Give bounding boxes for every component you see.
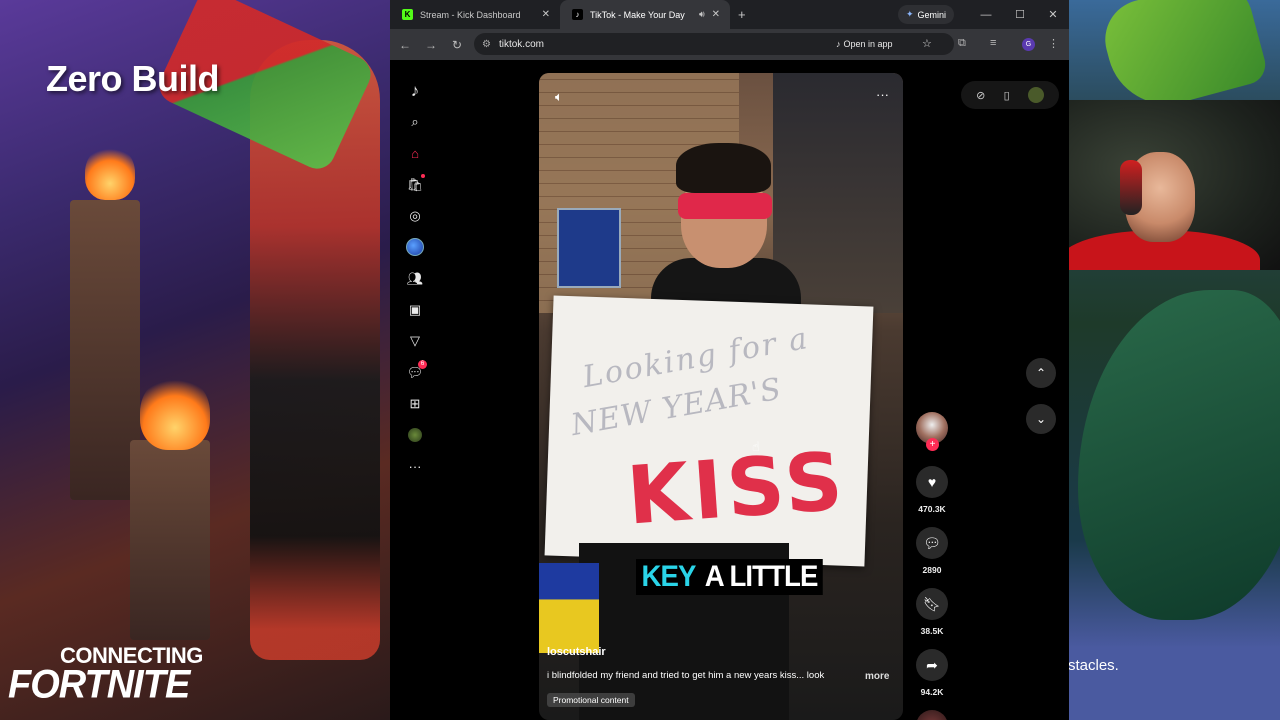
search-icon[interactable]: ⌕ — [402, 109, 428, 135]
caption-text: A LITTLE — [704, 560, 819, 593]
tab-title: Stream - Kick Dashboard — [420, 9, 521, 20]
tiktok-sidebar: ♪ ⌕ ⌂ 🛍︎ ◎ 👥︎ ▣ ▽ 💬︎ 6 ⊞ ··· — [402, 78, 428, 485]
close-tab-icon[interactable]: ✕ — [542, 9, 550, 20]
browser-window: K Stream - Kick Dashboard ✕ ♪ TikTok - M… — [390, 0, 1069, 720]
previous-video-button[interactable]: ⌃ — [1026, 358, 1056, 388]
promotional-label: Promotional content — [547, 693, 635, 707]
kick-logo-icon: K — [402, 9, 413, 20]
tiktok-logo-icon[interactable]: ♪ — [402, 78, 428, 104]
next-video-button[interactable]: ⌄ — [1026, 404, 1056, 434]
sign-text-kiss: KISS — [624, 434, 850, 543]
tab-kick-dashboard[interactable]: K Stream - Kick Dashboard ✕ — [390, 0, 560, 29]
globe-icon[interactable] — [402, 234, 428, 260]
profile-avatar-icon[interactable] — [402, 422, 428, 448]
video-username[interactable]: loscutshair — [547, 646, 606, 658]
share-icon[interactable]: ➦ — [916, 649, 948, 681]
user-avatar-icon[interactable] — [1027, 87, 1044, 103]
maximize-button[interactable]: ☐ — [1004, 0, 1036, 29]
inbox-badge: 6 — [418, 359, 427, 369]
caption-highlight: KEY — [641, 560, 697, 593]
close-tab-icon[interactable]: ✕ — [712, 9, 720, 20]
phone-icon[interactable]: ▯ — [1004, 89, 1010, 102]
share-count: 94.2K — [920, 687, 944, 697]
tab-title: TikTok - Make Your Day — [590, 9, 685, 20]
messages-icon[interactable]: ▽ — [402, 328, 428, 354]
gemini-button[interactable]: ✦ Gemini — [898, 5, 955, 24]
url-text: tiktok.com — [498, 38, 544, 50]
like-icon[interactable]: ♥ — [916, 466, 948, 498]
bookmark-star-icon[interactable]: ☆ — [922, 37, 932, 50]
tiktok-page: ♪ ⌕ ⌂ 🛍︎ ◎ 👥︎ ▣ ▽ 💬︎ 6 ⊞ ··· Looking for… — [390, 60, 1069, 720]
kebab-menu-icon[interactable]: ⋮ — [1048, 37, 1059, 50]
compass-icon[interactable]: ⊘ — [976, 89, 985, 102]
video-description: i blindfolded my friend and tried to get… — [547, 670, 825, 681]
reload-icon[interactable]: ↻ — [444, 38, 470, 52]
site-info-icon[interactable]: ⚙ — [482, 39, 491, 50]
back-icon[interactable]: ← — [392, 38, 418, 52]
video-actions: + ♥ 470.3K 💬︎ 2890 🔖︎ 38.5K ➦ 94.2K — [913, 412, 951, 720]
save-count: 38.5K — [920, 626, 944, 636]
friends-icon[interactable]: 👥︎ — [402, 266, 428, 292]
more-options-icon[interactable]: ··· — [876, 87, 889, 102]
minimize-button[interactable]: — — [970, 0, 1002, 29]
game-background-left — [0, 0, 390, 720]
new-tab-button[interactable]: + — [738, 7, 746, 22]
tab-bar: K Stream - Kick Dashboard ✕ ♪ TikTok - M… — [390, 0, 1069, 29]
profile-avatar[interactable]: G — [1022, 38, 1035, 51]
music-disc-icon[interactable] — [916, 710, 948, 720]
tab-tiktok[interactable]: ♪ TikTok - Make Your Day 🔊︎ ✕ — [560, 0, 730, 29]
video-player[interactable]: Looking for a NEW YEAR'S KISS KEY A LITT… — [539, 73, 903, 720]
forward-icon[interactable]: → — [418, 38, 444, 52]
follow-plus-icon[interactable]: + — [926, 438, 939, 451]
mode-title: Zero Build — [46, 58, 220, 99]
top-right-controls: ⊘ ▯ — [961, 81, 1059, 109]
upload-icon[interactable]: ⊞ — [402, 391, 428, 417]
open-in-app-label: Open in app — [843, 39, 893, 49]
gemini-label: Gemini — [917, 9, 947, 20]
shop-icon[interactable]: 🛍︎ — [402, 172, 428, 198]
more-icon[interactable]: ··· — [402, 454, 428, 480]
open-in-app-button[interactable]: ♪ Open in app — [836, 36, 893, 52]
explore-icon[interactable]: ◎ — [402, 203, 428, 229]
like-count: 470.3K — [918, 504, 946, 514]
stream-canvas: Zero Build CONNECTING FORTNITE stacles. … — [0, 0, 1280, 720]
home-icon[interactable]: ⌂ — [402, 141, 428, 167]
webcam-feed — [1040, 100, 1280, 270]
tiktok-logo-icon: ♪ — [572, 9, 583, 20]
mouse-cursor-icon: ☝︎ — [752, 439, 760, 454]
volume-icon[interactable]: 🔈︎ — [555, 89, 563, 105]
live-icon[interactable]: ▣ — [402, 297, 428, 323]
sparkle-icon: ✦ — [906, 9, 914, 19]
video-sign: Looking for a NEW YEAR'S KISS — [544, 295, 874, 567]
address-bar-row: ← → ↻ ⚙ tiktok.com ♪ Open in app ☆ ⧉ ≡ G… — [390, 29, 1069, 60]
video-caption: KEY A LITTLE — [636, 559, 823, 595]
close-window-button[interactable]: ✕ — [1037, 0, 1069, 29]
speaker-icon[interactable]: 🔊︎ — [699, 9, 705, 20]
comment-icon[interactable]: 💬︎ — [916, 527, 948, 559]
cast-icon[interactable]: ⧉ — [958, 37, 966, 50]
tiktok-logo-icon: ♪ — [836, 39, 841, 49]
bookmark-icon[interactable]: 🔖︎ — [916, 588, 948, 620]
game-logo: FORTNITE — [8, 662, 190, 708]
stream-caption: stacles. — [1068, 657, 1119, 674]
description-more-link[interactable]: more — [865, 671, 889, 682]
inbox-icon[interactable]: 💬︎ 6 — [402, 359, 428, 386]
comment-count: 2890 — [922, 565, 942, 575]
creator-avatar[interactable]: + — [916, 412, 948, 451]
media-controls-icon[interactable]: ≡ — [990, 37, 996, 49]
